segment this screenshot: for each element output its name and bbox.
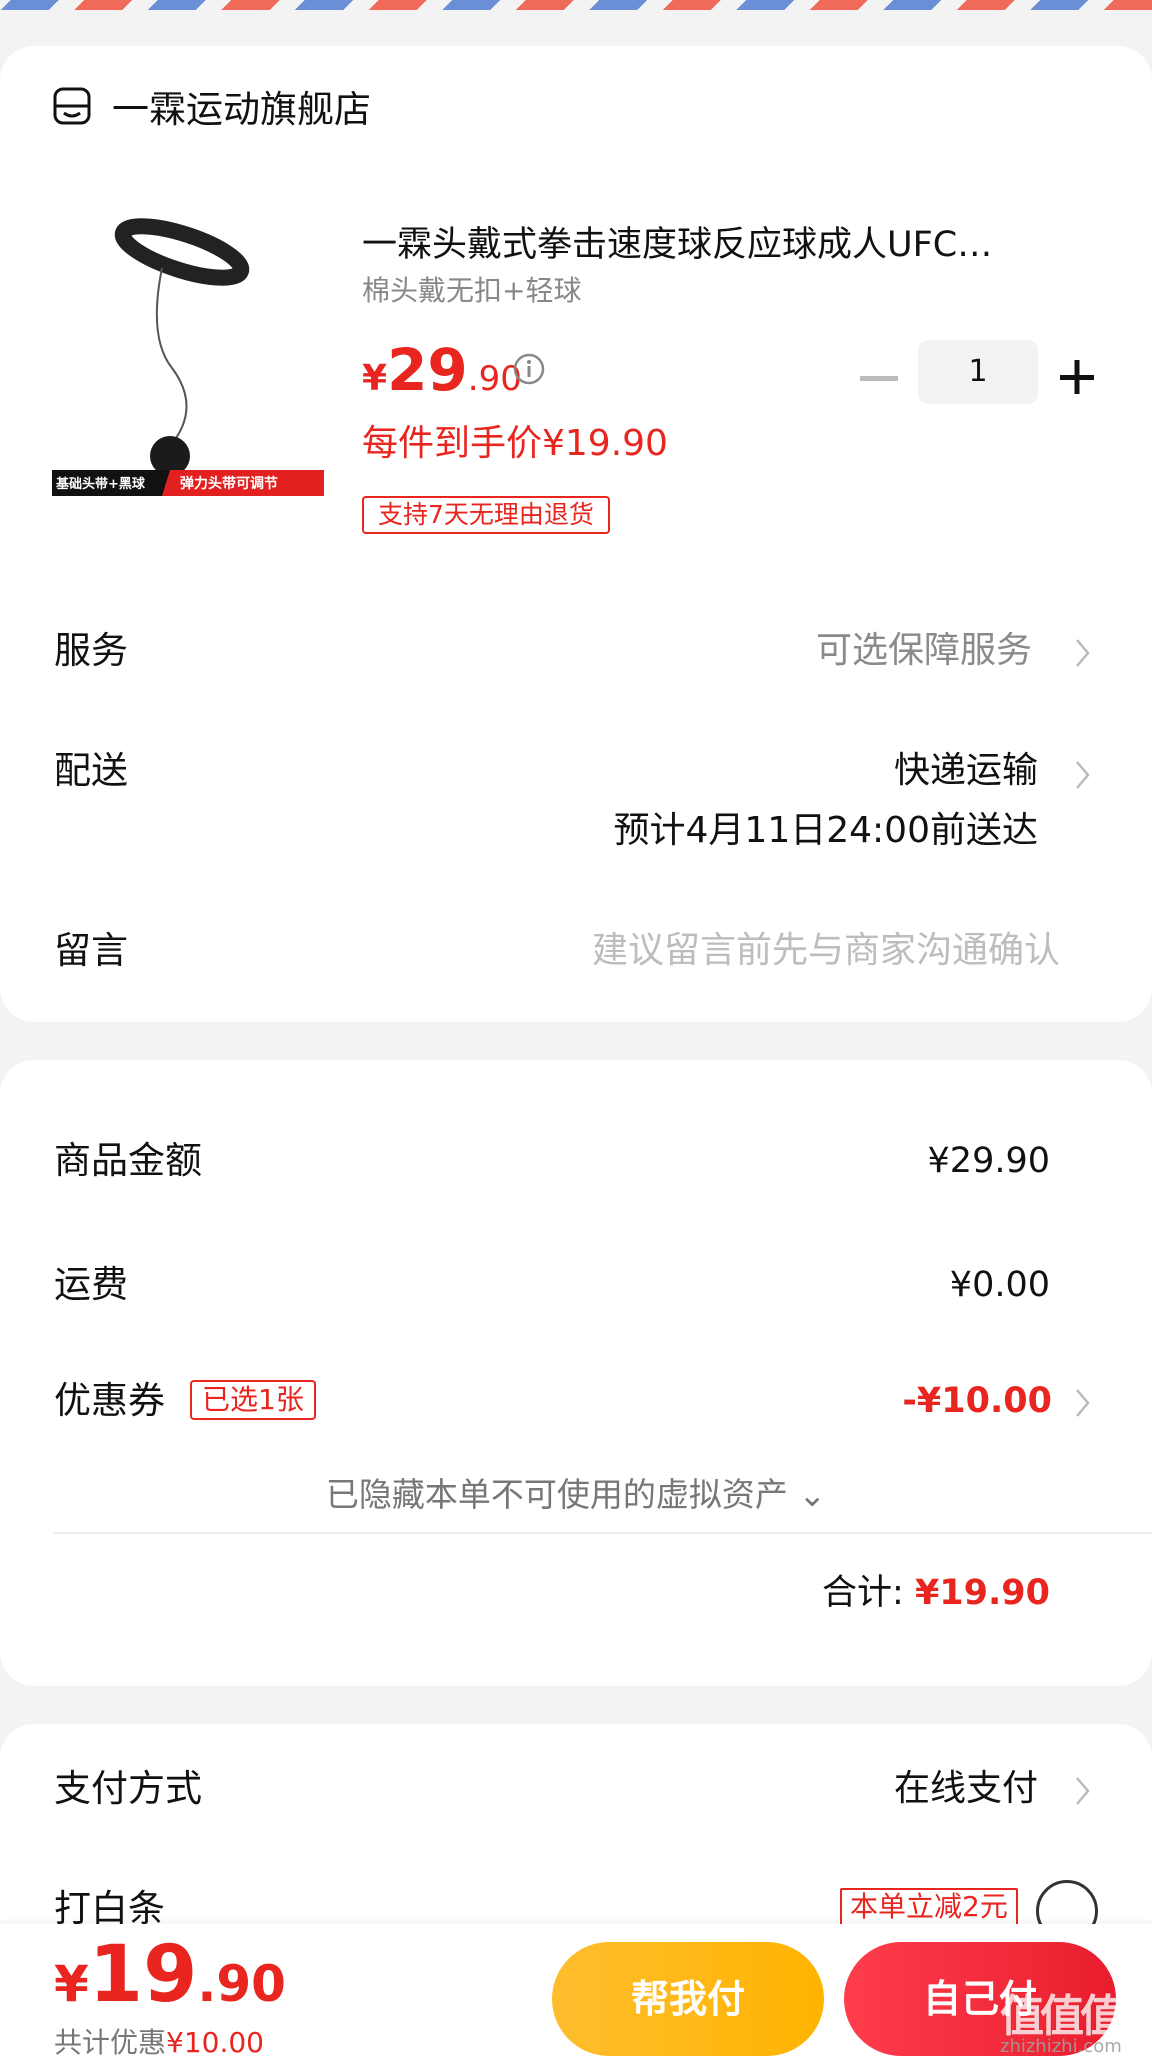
envelope-stripe xyxy=(0,0,1152,10)
hidden-assets-toggle[interactable]: 已隐藏本单不可使用的虚拟资产 ⌄ xyxy=(0,1472,1152,1518)
per-item-price: 每件到手价¥19.90 xyxy=(362,423,668,464)
coupon-label: 优惠券 xyxy=(54,1379,165,1422)
payment-method-label: 支付方式 xyxy=(54,1767,202,1810)
price-symbol: ¥ xyxy=(362,358,388,399)
store-name[interactable]: 一霖运动旗舰店 xyxy=(112,86,371,134)
product-title[interactable]: 一霖头戴式拳击速度球反应球成人UFC… xyxy=(362,222,1062,268)
checkout-price-dec: .90 xyxy=(197,1955,286,2013)
price-int: 29 xyxy=(387,336,468,404)
coupon-selected-badge[interactable]: 已选1张 xyxy=(190,1380,316,1420)
ious-discount-tag: 本单立减2元 xyxy=(840,1888,1018,1926)
payment-method-value[interactable]: 在线支付 xyxy=(894,1764,1038,1814)
service-label: 服务 xyxy=(54,629,128,672)
minus-icon[interactable] xyxy=(860,376,898,382)
message-label: 留言 xyxy=(54,929,128,972)
plus-icon[interactable] xyxy=(1060,360,1094,394)
total-label: 合计: xyxy=(822,1573,904,1613)
thumb-right-label: 弹力头带可调节 xyxy=(180,475,278,492)
chevron-right-icon[interactable] xyxy=(1074,1386,1092,1420)
store-icon xyxy=(53,87,91,125)
chevron-right-icon[interactable] xyxy=(1074,636,1092,670)
help-me-pay-button[interactable]: 帮我付 xyxy=(552,1942,824,2056)
message-input[interactable]: 建议留言前先与商家沟通确认 xyxy=(592,926,1060,976)
product-spec[interactable]: 棉头戴无扣+轻球 xyxy=(362,272,581,310)
goods-amount-label: 商品金额 xyxy=(54,1139,202,1182)
price-summary-card: 商品金额 ¥29.90 运费 ¥0.00 优惠券 已选1张 -¥10.00 已隐… xyxy=(0,1060,1152,1686)
order-total: 合计: ¥19.90 xyxy=(822,1568,1050,1618)
divider xyxy=(54,1532,1152,1534)
checkout-price: ¥19.90 xyxy=(54,1930,286,2020)
quantity-input[interactable]: 1 xyxy=(918,340,1038,404)
info-icon[interactable] xyxy=(512,352,546,386)
order-item-card: 一霖运动旗舰店 基础头带+黑球 弹力头带可调节 一霖头戴式拳击速度球反应球成人U… xyxy=(0,46,1152,1022)
checkout-bar: ¥19.90 共计优惠¥10.00 帮我付 自己付 值值值 zhizhizhi.… xyxy=(0,1924,1152,2072)
thumb-left-label: 基础头带+黑球 xyxy=(55,476,146,492)
shipping-value: ¥0.00 xyxy=(949,1265,1050,1305)
chevron-right-icon[interactable] xyxy=(1074,1774,1092,1808)
goods-amount-value: ¥29.90 xyxy=(927,1141,1050,1181)
shipping-label: 运费 xyxy=(54,1263,128,1306)
watermark-url: zhizhizhi.com xyxy=(1000,2036,1122,2057)
savings-amount: ¥10.00 xyxy=(166,2026,264,2059)
total-savings: 共计优惠¥10.00 xyxy=(54,2024,264,2062)
total-amount: ¥19.90 xyxy=(914,1573,1050,1613)
savings-label: 共计优惠 xyxy=(54,2026,167,2059)
return-policy-tag: 支持7天无理由退货 xyxy=(362,496,610,534)
delivery-label: 配送 xyxy=(54,749,128,792)
coupon-value[interactable]: -¥10.00 xyxy=(902,1376,1052,1426)
watermark-logo: 值值值 xyxy=(1000,1991,1124,2042)
delivery-eta: 预计4月11日24:00前送达 xyxy=(613,810,1038,851)
product-thumbnail[interactable]: 基础头带+黑球 弹力头带可调节 xyxy=(52,218,324,496)
service-value[interactable]: 可选保障服务 xyxy=(816,626,1032,676)
chevron-right-icon[interactable] xyxy=(1074,758,1092,792)
checkout-price-symbol: ¥ xyxy=(54,1955,89,2013)
checkout-price-int: 19 xyxy=(88,1930,198,2020)
delivery-method[interactable]: 快递运输 xyxy=(894,746,1038,796)
product-price: ¥29.90 xyxy=(362,336,522,404)
